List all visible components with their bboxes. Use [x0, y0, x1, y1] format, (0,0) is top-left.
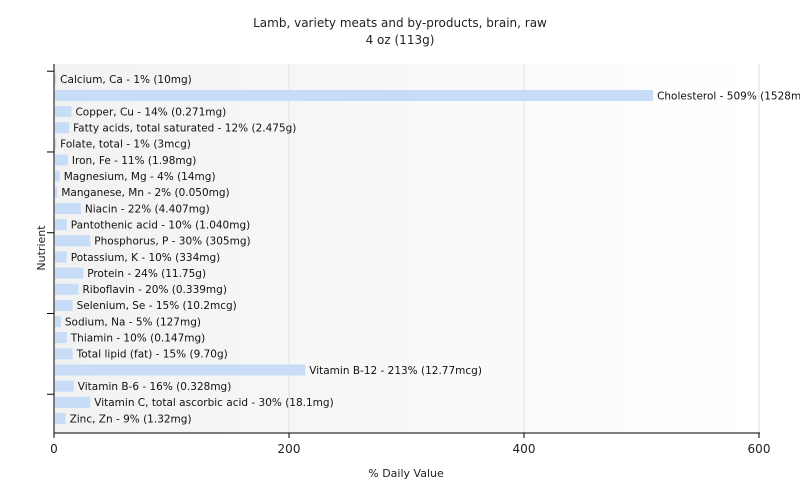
- chart-subtitle: 4 oz (113g): [366, 33, 435, 47]
- bar-label-6: Magnesium, Mg - 4% (14mg): [64, 171, 216, 183]
- x-tick-label-0: 0: [50, 442, 58, 456]
- bar-9: [55, 219, 67, 231]
- bar-3: [55, 122, 70, 134]
- bar-label-15: Sodium, Na - 5% (127mg): [65, 316, 201, 328]
- bar-label-14: Selenium, Se - 15% (10.2mcg): [77, 300, 237, 312]
- bar-label-9: Pantothenic acid - 10% (1.040mg): [71, 219, 250, 231]
- bar-6: [55, 170, 60, 182]
- bar-label-1: Cholesterol - 509% (1528mg): [657, 90, 800, 102]
- bar-label-12: Protein - 24% (11.75g): [87, 268, 206, 280]
- bar-label-3: Fatty acids, total saturated - 12% (2.47…: [73, 123, 296, 135]
- bar-label-21: Zinc, Zn - 9% (1.32mg): [70, 413, 192, 425]
- bar-19: [55, 380, 74, 392]
- nutrient-bar-chart: Lamb, variety meats and by-products, bra…: [35, 16, 800, 480]
- bar-10: [55, 235, 91, 247]
- bar-2: [55, 106, 72, 118]
- bar-label-13: Riboflavin - 20% (0.339mg): [83, 284, 227, 296]
- bar-7: [55, 186, 58, 198]
- x-tick-label-200: 200: [278, 442, 301, 456]
- bar-label-11: Potassium, K - 10% (334mg): [71, 252, 221, 264]
- bar-5: [55, 154, 68, 166]
- bar-8: [55, 203, 81, 214]
- x-tick-label-400: 400: [513, 442, 536, 456]
- bar-13: [55, 283, 79, 295]
- bar-label-20: Vitamin C, total ascorbic acid - 30% (18…: [94, 397, 333, 409]
- bar-0: [55, 73, 57, 85]
- chart-title: Lamb, variety meats and by-products, bra…: [253, 16, 547, 30]
- bar-label-5: Iron, Fe - 11% (1.98mg): [72, 155, 196, 167]
- bar-label-18: Vitamin B-12 - 213% (12.77mcg): [309, 365, 482, 377]
- bar-label-7: Manganese, Mn - 2% (0.050mg): [61, 187, 229, 199]
- bar-label-4: Folate, total - 1% (3mcg): [60, 139, 191, 151]
- plot-area: [54, 64, 759, 433]
- bar-label-10: Phosphorus, P - 30% (305mg): [94, 236, 250, 248]
- bar-14: [55, 299, 73, 311]
- bar-21: [55, 412, 66, 424]
- bar-1: [55, 89, 654, 101]
- bar-label-16: Thiamin - 10% (0.147mg): [70, 333, 206, 345]
- bar-label-8: Niacin - 22% (4.407mg): [85, 203, 210, 215]
- x-tick-label-600: 600: [748, 442, 771, 456]
- bar-label-0: Calcium, Ca - 1% (10mg): [60, 74, 192, 86]
- bar-18: [55, 364, 306, 376]
- bar-20: [55, 396, 91, 408]
- bar-11: [55, 251, 67, 263]
- bar-16: [55, 332, 67, 344]
- bar-label-2: Copper, Cu - 14% (0.271mg): [75, 106, 226, 118]
- bar-4: [55, 138, 57, 150]
- bar-15: [55, 316, 61, 328]
- bar-17: [55, 348, 73, 360]
- bar-12: [55, 267, 84, 279]
- y-axis-label: Nutrient: [35, 225, 48, 271]
- bar-label-17: Total lipid (fat) - 15% (9.70g): [76, 349, 228, 361]
- bar-label-19: Vitamin B-6 - 16% (0.328mg): [78, 381, 232, 393]
- x-axis-label: % Daily Value: [368, 467, 444, 480]
